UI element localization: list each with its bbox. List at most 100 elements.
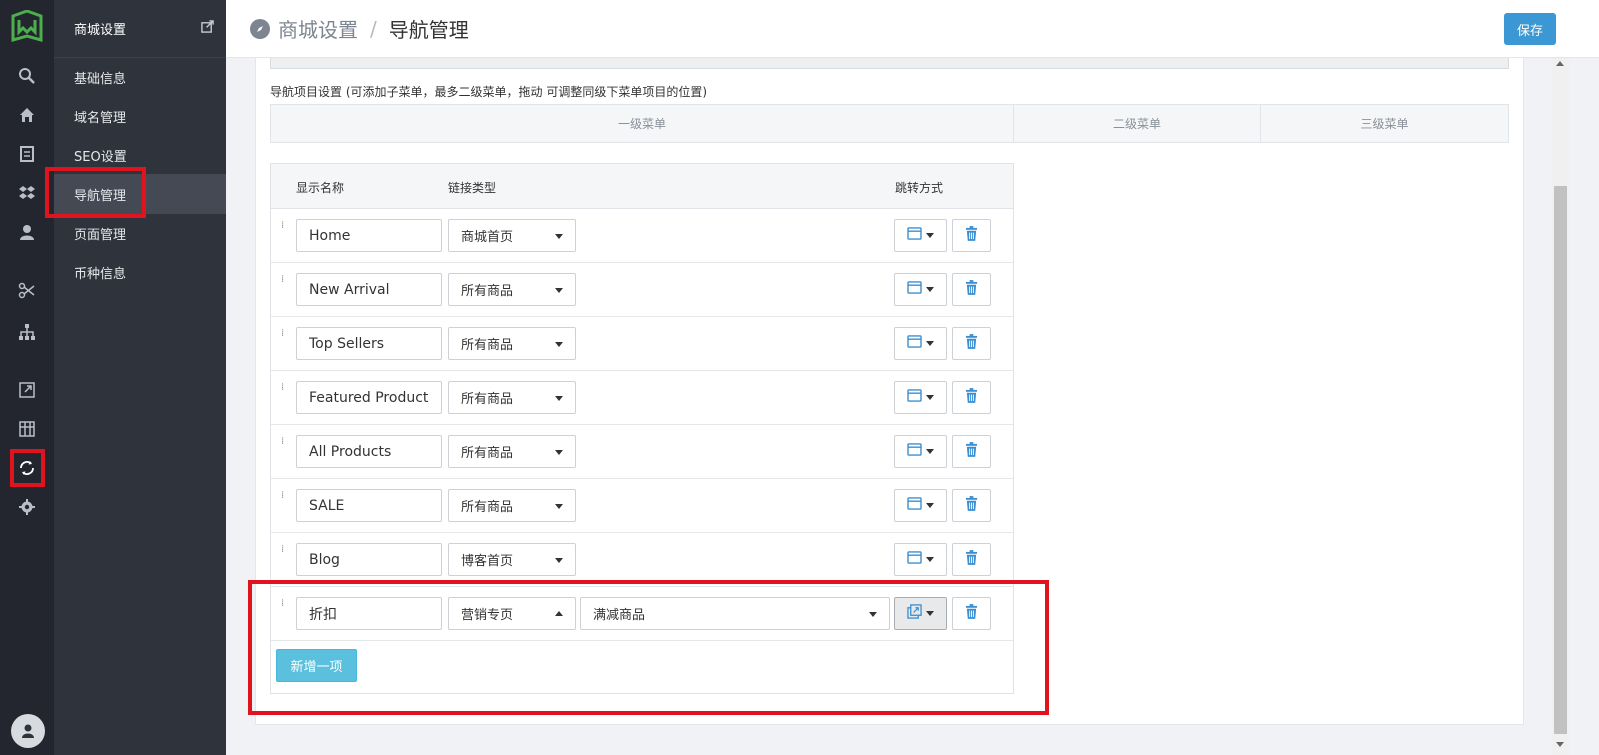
grid-icon[interactable] bbox=[15, 417, 39, 441]
delete-button[interactable] bbox=[952, 435, 991, 468]
display-name-input[interactable] bbox=[296, 219, 442, 252]
link-type-select[interactable]: 所有商品 bbox=[448, 327, 576, 360]
sidebar-item-seo[interactable]: SEO设置 bbox=[54, 135, 226, 175]
jump-mode-button[interactable] bbox=[894, 273, 947, 306]
drag-handle-icon[interactable]: ⁞ bbox=[281, 491, 287, 506]
caret-down-icon bbox=[926, 233, 934, 238]
sidebar-item-basic-info[interactable]: 基础信息 bbox=[54, 57, 226, 97]
link-type-select[interactable]: 所有商品 bbox=[448, 489, 576, 522]
delete-button[interactable] bbox=[952, 219, 991, 252]
table-row[interactable]: ⁞ 所有商品 bbox=[271, 425, 1013, 479]
jump-mode-button[interactable] bbox=[894, 435, 947, 468]
delete-button[interactable] bbox=[952, 327, 991, 360]
search-icon[interactable] bbox=[15, 64, 39, 88]
drag-handle-icon[interactable]: ⁞ bbox=[281, 383, 287, 398]
table-row[interactable]: ⁞ 商城首页 bbox=[271, 209, 1013, 263]
display-name-input[interactable] bbox=[296, 273, 442, 306]
table-row[interactable]: ⁞ 所有商品 bbox=[271, 371, 1013, 425]
delete-button[interactable] bbox=[952, 381, 991, 414]
products-icon[interactable] bbox=[15, 181, 39, 205]
caret-down-icon bbox=[926, 611, 934, 616]
menu-level-tabs: 一级菜单 二级菜单 三级菜单 bbox=[270, 104, 1509, 143]
scroll-down-icon[interactable] bbox=[1556, 742, 1564, 747]
main-panel: 导航项目设置 (可添加子菜单，最多二级菜单，拖动 可调整同级下菜单项目的位置) … bbox=[255, 58, 1524, 725]
display-name-input[interactable] bbox=[296, 597, 442, 630]
scroll-up-icon[interactable] bbox=[1556, 61, 1564, 66]
delete-button[interactable] bbox=[952, 597, 991, 630]
level-3-tab[interactable]: 三级菜单 bbox=[1261, 105, 1508, 142]
sidebar-title: 商城设置 bbox=[74, 23, 127, 38]
sidebar-item-navigation[interactable]: 导航管理 bbox=[54, 174, 226, 214]
display-name-input[interactable] bbox=[296, 543, 442, 576]
breadcrumb-parent[interactable]: 商城设置 bbox=[278, 14, 358, 43]
link-type-select[interactable]: 营销专页 bbox=[448, 597, 576, 630]
sidebar-item-pages[interactable]: 页面管理 bbox=[54, 213, 226, 253]
table-row[interactable]: ⁞ 博客首页 bbox=[271, 533, 1013, 587]
delete-button[interactable] bbox=[952, 489, 991, 522]
drag-handle-icon[interactable]: ⁞ bbox=[281, 437, 287, 452]
sidebar-header: 商城设置 bbox=[54, 0, 226, 58]
level-2-tab[interactable]: 二级菜单 bbox=[1014, 105, 1261, 142]
sidebar-item-currency[interactable]: 币种信息 bbox=[54, 252, 226, 292]
home-icon[interactable] bbox=[15, 103, 39, 127]
logo-icon[interactable] bbox=[10, 9, 44, 44]
display-name-input[interactable] bbox=[296, 381, 442, 414]
external-icon[interactable] bbox=[15, 378, 39, 402]
drag-handle-icon[interactable]: ⁞ bbox=[281, 599, 287, 614]
link-type-value: 博客首页 bbox=[461, 554, 514, 569]
table-row[interactable]: ⁞ 所有商品 bbox=[271, 479, 1013, 533]
refresh-icon[interactable] bbox=[15, 456, 39, 480]
link-type-select[interactable]: 所有商品 bbox=[448, 435, 576, 468]
trash-icon bbox=[965, 280, 978, 299]
orders-icon[interactable] bbox=[15, 142, 39, 166]
user-avatar-icon[interactable] bbox=[11, 714, 45, 748]
menu-items-table: 显示名称 链接类型 跳转方式 ⁞ 商城首页 ⁞ 所有商品 ⁞ 所有商品 ⁞ 所有商品 ⁞ 所有商品… bbox=[270, 163, 1014, 694]
drag-handle-icon[interactable]: ⁞ bbox=[281, 275, 287, 290]
display-name-input[interactable] bbox=[296, 489, 442, 522]
add-item-button[interactable]: 新增一项 bbox=[276, 649, 357, 682]
jump-mode-button[interactable] bbox=[894, 381, 947, 414]
breadcrumb-separator: / bbox=[370, 16, 377, 41]
marketing-icon[interactable] bbox=[15, 279, 39, 303]
link-type-select[interactable]: 所有商品 bbox=[448, 273, 576, 306]
caret-down-icon bbox=[555, 288, 563, 293]
same-window-icon bbox=[907, 497, 922, 514]
open-external-icon[interactable] bbox=[201, 20, 214, 37]
sitemap-icon[interactable] bbox=[15, 320, 39, 344]
trash-icon bbox=[965, 442, 978, 461]
drag-handle-icon[interactable]: ⁞ bbox=[281, 545, 287, 560]
settings-icon[interactable] bbox=[15, 495, 39, 519]
delete-button[interactable] bbox=[952, 543, 991, 576]
drag-handle-icon[interactable]: ⁞ bbox=[281, 329, 287, 344]
caret-down-icon bbox=[555, 450, 563, 455]
link-type-value: 所有商品 bbox=[461, 392, 514, 407]
scrollbar-thumb[interactable] bbox=[1554, 186, 1567, 734]
drag-handle-icon[interactable]: ⁞ bbox=[281, 221, 287, 236]
table-row[interactable]: ⁞ 所有商品 bbox=[271, 317, 1013, 371]
jump-mode-button[interactable] bbox=[894, 543, 947, 576]
save-button[interactable]: 保存 bbox=[1504, 13, 1556, 45]
jump-mode-button[interactable] bbox=[894, 489, 947, 522]
link-type-select[interactable]: 博客首页 bbox=[448, 543, 576, 576]
level-1-tab[interactable]: 一级菜单 bbox=[271, 105, 1014, 142]
trash-icon bbox=[965, 334, 978, 353]
sidebar-item-domain[interactable]: 域名管理 bbox=[54, 96, 226, 136]
caret-down-icon bbox=[926, 503, 934, 508]
jump-mode-button[interactable] bbox=[894, 597, 947, 630]
display-name-input[interactable] bbox=[296, 435, 442, 468]
sub-link-select[interactable]: 满减商品 bbox=[580, 597, 890, 630]
caret-down-icon bbox=[926, 395, 934, 400]
customers-icon[interactable] bbox=[15, 220, 39, 244]
caret-down-icon bbox=[926, 341, 934, 346]
table-row[interactable]: ⁞ 营销专页 满减商品 bbox=[271, 587, 1013, 641]
jump-mode-button[interactable] bbox=[894, 219, 947, 252]
link-type-select[interactable]: 所有商品 bbox=[448, 381, 576, 414]
display-name-input[interactable] bbox=[296, 327, 442, 360]
delete-button[interactable] bbox=[952, 273, 991, 306]
link-type-select[interactable]: 商城首页 bbox=[448, 219, 576, 252]
trash-icon bbox=[965, 496, 978, 515]
table-header: 显示名称 链接类型 跳转方式 bbox=[271, 164, 1013, 209]
jump-mode-button[interactable] bbox=[894, 327, 947, 360]
table-row[interactable]: ⁞ 所有商品 bbox=[271, 263, 1013, 317]
same-window-icon bbox=[907, 335, 922, 352]
